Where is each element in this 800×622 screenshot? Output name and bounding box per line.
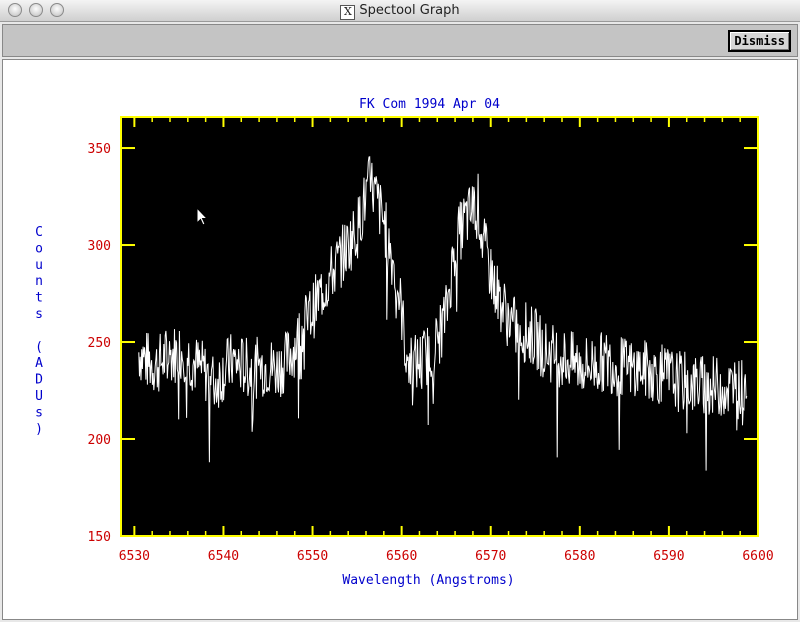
x-tick-label: 6560 <box>386 549 417 564</box>
x-tick-label: 6570 <box>475 549 506 564</box>
x-tick-label: 6600 <box>742 549 773 564</box>
y-tick-label: 350 <box>88 142 111 157</box>
y-tick-label: 200 <box>88 433 111 448</box>
spectrum-chart: 6530 6540 6550 6560 6570 6580 6590 6600 150 200 25… <box>35 97 774 588</box>
y-axis-label: Counts (A D Us) <box>35 225 43 437</box>
y-tick-label: 300 <box>88 239 111 254</box>
x-tick-label: 6590 <box>653 549 684 564</box>
y-tick-label: 250 <box>88 336 111 351</box>
x-tick-label: 6540 <box>208 549 239 564</box>
x-tick-label: 6530 <box>119 549 150 564</box>
x-tick-label: 6580 <box>564 549 595 564</box>
plot-background <box>121 117 758 536</box>
chart-title: FK Com 1994 Apr 04 <box>359 97 500 112</box>
x-tick-label: 6550 <box>297 549 328 564</box>
x-axis-label: Wavelength (Angstroms) <box>342 573 514 588</box>
y-tick-label: 150 <box>88 530 111 545</box>
